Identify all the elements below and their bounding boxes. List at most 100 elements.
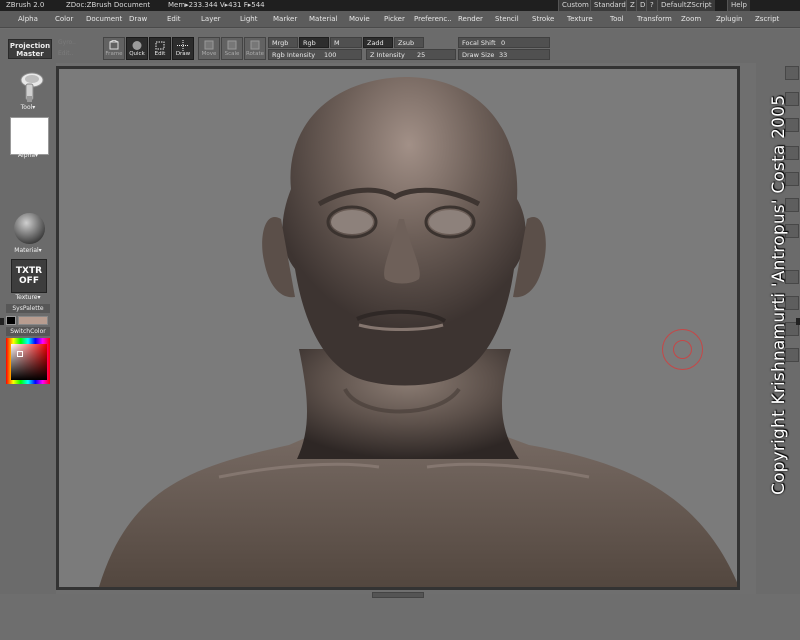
z-intensity-slider[interactable]: Z Intensity 25	[366, 49, 456, 60]
menu-document[interactable]: Document	[86, 11, 122, 28]
title-bar: ZBrush 2.0 ZDoc:ZBrush Document Mem▸233.…	[0, 0, 800, 11]
menu-render[interactable]: Render	[458, 11, 483, 28]
zsub-button[interactable]: Zsub	[394, 37, 424, 48]
syspalette-button[interactable]: SysPalette	[6, 304, 50, 313]
rgb-intensity-label: Rgb Intensity	[272, 51, 316, 59]
default-zscript-button[interactable]: DefaultZScript	[657, 0, 715, 11]
copyright-watermark: Copyright Krishnamurti 'Antropus' Costa …	[769, 94, 789, 495]
draw-icon	[177, 40, 189, 51]
edit-button[interactable]: Edit	[149, 37, 171, 60]
rotate-button[interactable]: Rotate	[244, 37, 266, 60]
texture-menu-label[interactable]: Texture▾	[8, 294, 48, 301]
menu-color[interactable]: Color	[55, 11, 73, 28]
draw-button[interactable]: Draw	[172, 37, 194, 60]
menu-tool[interactable]: Tool	[610, 11, 624, 28]
bottom-tray	[0, 594, 800, 640]
zadd-button[interactable]: Zadd	[363, 37, 393, 48]
draw-size-slider[interactable]: Draw Size 33	[458, 49, 550, 60]
menu-movie[interactable]: Movie	[349, 11, 370, 28]
tool-brush-icon[interactable]	[14, 70, 46, 104]
menu-draw[interactable]: Draw	[129, 11, 147, 28]
mrgb-button[interactable]: Mrgb	[268, 37, 298, 48]
menu-marker[interactable]: Marker	[273, 11, 297, 28]
menu-texture[interactable]: Texture	[567, 11, 593, 28]
move-icon	[204, 40, 214, 50]
scale-label: Scale	[224, 51, 240, 57]
rotate-icon	[250, 40, 260, 50]
projection-master-label-2: Master	[16, 50, 44, 58]
menu-layer[interactable]: Layer	[201, 11, 221, 28]
menu-stencil[interactable]: Stencil	[495, 11, 519, 28]
alpha-menu-label[interactable]: Alpha▾	[8, 152, 48, 159]
menu-bar: Alpha Color Document Draw Edit Layer Lig…	[0, 11, 800, 28]
menu-picker[interactable]: Picker	[384, 11, 405, 28]
material-menu-label[interactable]: Material▾	[8, 247, 48, 254]
menu-edit[interactable]: Edit	[167, 11, 181, 28]
document-canvas[interactable]	[59, 69, 737, 587]
move-button[interactable]: Move	[198, 37, 220, 60]
rgb-intensity-slider[interactable]: Rgb Intensity 100	[268, 49, 362, 60]
memory-readout: Mem▸233.344 V▸431 F▸544	[168, 1, 265, 9]
custom-button[interactable]: Custom	[558, 0, 592, 11]
alpha-swatch[interactable]	[10, 117, 49, 155]
app-title: ZBrush 2.0	[6, 1, 45, 9]
move-label: Move	[201, 51, 217, 57]
help-button[interactable]: Help	[727, 0, 750, 11]
focal-shift-slider[interactable]: Focal Shift 0	[458, 37, 550, 48]
color-picker-cursor[interactable]	[17, 351, 23, 357]
focal-shift-value: 0	[501, 39, 506, 47]
secondary-color-swatch[interactable]	[6, 316, 16, 325]
menu-transform[interactable]: Transform	[637, 11, 672, 28]
menu-stroke[interactable]: Stroke	[532, 11, 554, 28]
brush-cursor-inner	[673, 340, 692, 359]
color-swatches	[6, 315, 50, 326]
frame-label: Frame	[105, 51, 123, 57]
rotate-label: Rotate	[245, 51, 264, 57]
tool-menu-label[interactable]: Tool▾	[8, 104, 48, 111]
texture-off-button[interactable]: TXTR OFF	[11, 259, 47, 293]
sculpted-bust	[99, 77, 737, 587]
menu-material[interactable]: Material	[309, 11, 337, 28]
projection-master-button[interactable]: Projection Master	[8, 39, 52, 59]
projection-master-label-1: Projection	[9, 42, 51, 50]
document-name: ZDoc:ZBrush Document	[66, 1, 151, 9]
draw-size-value: 33	[499, 51, 508, 59]
ghost-label-gyro: Gyro..	[58, 39, 76, 46]
color-picker-field[interactable]	[11, 344, 47, 380]
rgb-button[interactable]: Rgb	[299, 37, 329, 48]
switchcolor-button[interactable]: SwitchColor	[6, 327, 50, 336]
menu-light[interactable]: Light	[240, 11, 257, 28]
left-tray-toggle-arrow-icon[interactable]	[0, 318, 4, 325]
draw-label: Draw	[175, 51, 191, 57]
quick-button[interactable]: Quick	[126, 37, 148, 60]
bottom-tray-handle-icon[interactable]	[372, 592, 424, 598]
material-sphere-icon[interactable]	[14, 213, 45, 244]
frame-button[interactable]: Frame	[103, 37, 125, 60]
draw-size-label: Draw Size	[462, 51, 495, 59]
standard-button[interactable]: Standard	[590, 0, 629, 11]
menu-zoom[interactable]: Zoom	[681, 11, 701, 28]
focal-shift-label: Focal Shift	[462, 39, 496, 47]
menu-zplugin[interactable]: Zplugin	[716, 11, 742, 28]
edit-icon	[155, 41, 165, 50]
menu-alpha[interactable]: Alpha	[18, 11, 38, 28]
right-tray-toggle-arrow-icon[interactable]	[796, 318, 800, 325]
z-intensity-label: Z Intensity	[370, 51, 405, 59]
texture-off-line1: TXTR	[15, 266, 43, 276]
quick-label: Quick	[129, 51, 145, 57]
scale-button[interactable]: Scale	[221, 37, 243, 60]
color-picker[interactable]	[6, 338, 50, 384]
edit-label: Edit	[154, 51, 166, 57]
quick-sphere-icon	[132, 41, 142, 50]
m-button[interactable]: M	[330, 37, 362, 48]
menu-preferences[interactable]: Preferenc..	[414, 11, 452, 28]
main-color-swatch[interactable]	[18, 316, 48, 325]
frame-icon	[109, 40, 119, 50]
rgb-intensity-value: 100	[324, 51, 337, 59]
help-question-button[interactable]: ?	[646, 0, 657, 11]
scale-icon	[227, 40, 237, 50]
texture-off-line2: OFF	[19, 276, 39, 286]
ghost-label-edit: Edit..	[58, 50, 74, 57]
brush-cursor	[662, 329, 703, 370]
z-intensity-value: 25	[417, 51, 426, 59]
